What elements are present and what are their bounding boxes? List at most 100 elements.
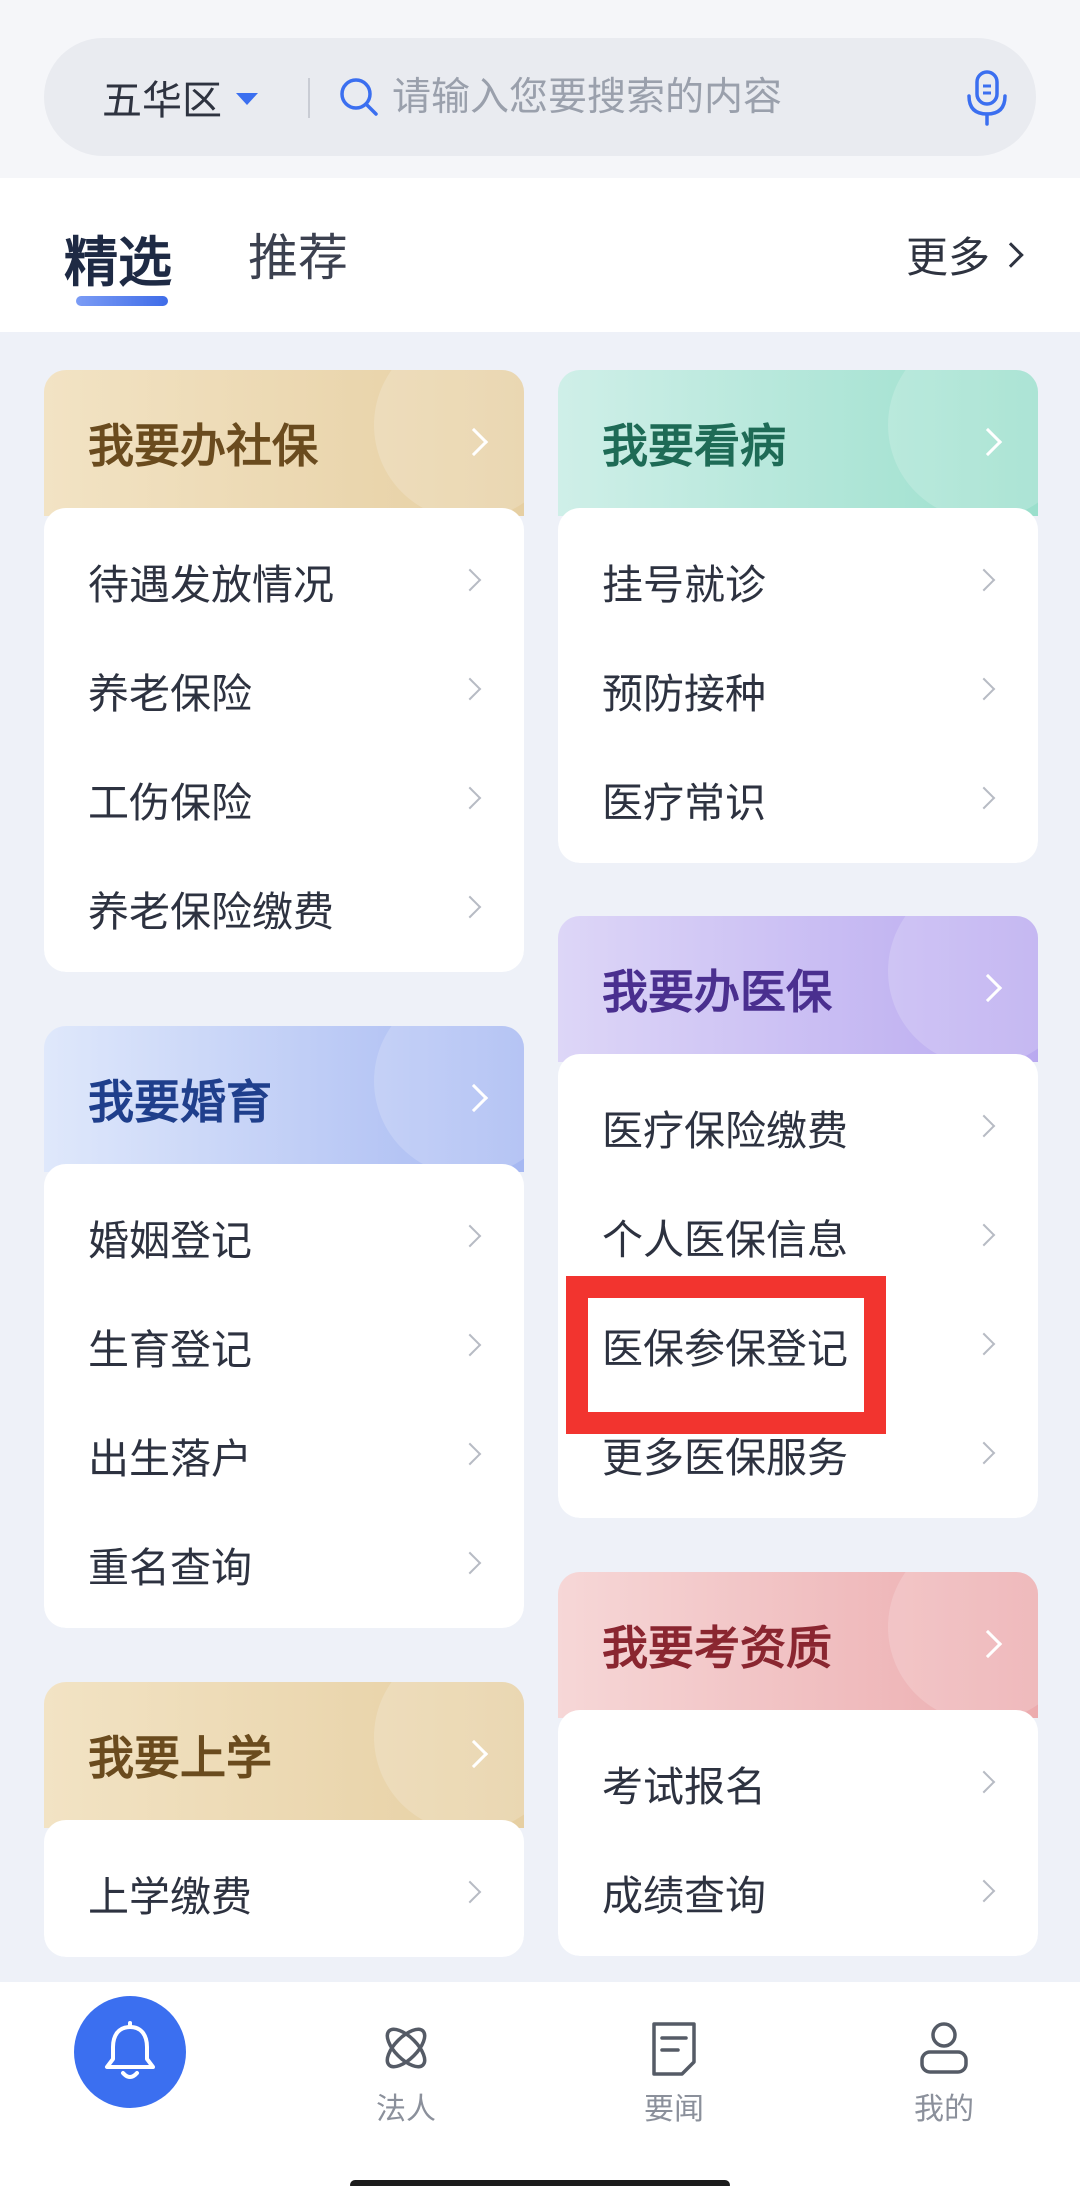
- item-label: 重名查询: [88, 1543, 252, 1592]
- card-body: 婚姻登记 生育登记 出生落户 重名查询: [44, 1164, 524, 1628]
- chevron-right-icon: [972, 1223, 996, 1247]
- document-icon: [652, 2022, 696, 2076]
- item-label: 预防接种: [602, 669, 766, 718]
- microphone-icon[interactable]: [964, 68, 1010, 128]
- card-header[interactable]: 我要上学: [44, 1682, 524, 1832]
- list-item[interactable]: 工伤保险: [44, 744, 524, 853]
- list-item[interactable]: 预防接种: [558, 635, 1038, 744]
- chevron-right-icon: [972, 1441, 996, 1465]
- search-icon: [340, 78, 378, 116]
- card-title: 我要上学: [88, 1731, 272, 1785]
- item-label: 养老保险缴费: [88, 887, 334, 936]
- highlight-box: [566, 1276, 886, 1434]
- item-label: 医疗保险缴费: [602, 1106, 848, 1155]
- chevron-right-icon: [972, 1770, 996, 1794]
- list-item[interactable]: 医疗常识: [558, 744, 1038, 853]
- top-bar: 五华区: [0, 0, 1080, 178]
- chevron-right-icon: [458, 786, 482, 810]
- chevron-right-icon: [972, 786, 996, 810]
- chevron-right-icon: [458, 895, 482, 919]
- more-link[interactable]: 更多: [905, 224, 1024, 285]
- decoration: [888, 370, 1038, 520]
- card-see-doctor: 我要看病 挂号就诊 预防接种 医疗常识: [558, 370, 1038, 863]
- bell-icon: [105, 2021, 155, 2079]
- item-label: 待遇发放情况: [88, 560, 334, 609]
- card-body: 上学缴费: [44, 1820, 524, 1957]
- card-school: 我要上学 上学缴费: [44, 1682, 524, 1957]
- card-title: 我要办社保: [88, 419, 318, 473]
- card-title: 我要看病: [602, 419, 786, 473]
- chevron-right-icon: [972, 1114, 996, 1138]
- nav-bell-button[interactable]: [74, 1996, 186, 2108]
- chevron-right-icon: [458, 677, 482, 701]
- card-title: 我要婚育: [88, 1075, 272, 1129]
- district-selector[interactable]: 五华区: [102, 38, 258, 156]
- card-body: 挂号就诊 预防接种 医疗常识: [558, 508, 1038, 863]
- card-header[interactable]: 我要办社保: [44, 370, 524, 520]
- district-label: 五华区: [102, 78, 222, 124]
- card-marriage-birth: 我要婚育 婚姻登记 生育登记 出生落户 重名查询: [44, 1026, 524, 1628]
- chevron-right-icon: [458, 1551, 482, 1575]
- list-item[interactable]: 重名查询: [44, 1509, 524, 1618]
- list-item[interactable]: 挂号就诊: [558, 526, 1038, 635]
- search-input[interactable]: [392, 66, 912, 128]
- chevron-right-icon: [458, 1880, 482, 1904]
- card-header[interactable]: 我要婚育: [44, 1026, 524, 1176]
- active-tab-indicator: [76, 296, 168, 306]
- item-label: 挂号就诊: [602, 560, 766, 609]
- card-header[interactable]: 我要看病: [558, 370, 1038, 520]
- more-label: 更多: [905, 233, 990, 282]
- card-header[interactable]: 我要办医保: [558, 916, 1038, 1066]
- list-item[interactable]: 上学缴费: [44, 1838, 524, 1947]
- chevron-right-icon: [998, 241, 1024, 268]
- decoration: [374, 1682, 524, 1832]
- atom-icon: [385, 2027, 427, 2069]
- decoration: [374, 1026, 524, 1176]
- card-body: 待遇发放情况 养老保险 工伤保险 养老保险缴费: [44, 508, 524, 972]
- nav-label: 要闻: [644, 2092, 704, 2127]
- caret-down-icon: [236, 93, 258, 105]
- list-item[interactable]: 医疗保险缴费: [558, 1072, 1038, 1181]
- item-label: 考试报名: [602, 1762, 766, 1811]
- list-item[interactable]: 养老保险缴费: [44, 853, 524, 962]
- list-item[interactable]: 生育登记: [44, 1291, 524, 1400]
- item-label: 工伤保险: [88, 778, 252, 827]
- item-label: 出生落户: [88, 1434, 252, 1483]
- nav-item-mine[interactable]: 我的: [864, 2000, 1024, 2128]
- tab-featured[interactable]: 精选: [64, 218, 172, 297]
- decoration: [888, 1572, 1038, 1722]
- chevron-right-icon: [972, 1332, 996, 1356]
- chevron-right-icon: [972, 1879, 996, 1903]
- list-item[interactable]: 婚姻登记: [44, 1182, 524, 1291]
- item-label: 个人医保信息: [602, 1215, 848, 1264]
- list-item[interactable]: 待遇发放情况: [44, 526, 524, 635]
- service-grid: 我要办社保 待遇发放情况 养老保险 工伤保险 养老保险缴费 我要看病 挂号就诊 …: [0, 332, 1080, 1982]
- search-bar[interactable]: 五华区: [44, 38, 1036, 156]
- decoration: [374, 370, 524, 520]
- chevron-right-icon: [972, 677, 996, 701]
- item-label: 养老保险: [88, 669, 252, 718]
- card-title: 我要办医保: [602, 965, 832, 1019]
- card-header[interactable]: 我要考资质: [558, 1572, 1038, 1722]
- card-social-security: 我要办社保 待遇发放情况 养老保险 工伤保险 养老保险缴费: [44, 370, 524, 972]
- card-qualification-exam: 我要考资质 考试报名 成绩查询: [558, 1572, 1038, 1956]
- list-item[interactable]: 个人医保信息: [558, 1181, 1038, 1290]
- list-item[interactable]: 养老保险: [44, 635, 524, 744]
- decoration: [888, 916, 1038, 1066]
- chevron-right-icon: [458, 568, 482, 592]
- card-title: 我要考资质: [602, 1621, 832, 1675]
- nav-item-legal-person[interactable]: 法人: [326, 2000, 486, 2128]
- nav-label: 法人: [376, 2092, 436, 2127]
- chevron-right-icon: [458, 1224, 482, 1248]
- item-label: 上学缴费: [88, 1872, 252, 1921]
- item-label: 医疗常识: [602, 778, 766, 827]
- bottom-nav: 法人 要闻 我的: [0, 1982, 1080, 2186]
- tab-recommended[interactable]: 推荐: [248, 218, 348, 290]
- list-item[interactable]: 成绩查询: [558, 1837, 1038, 1946]
- list-item[interactable]: 出生落户: [44, 1400, 524, 1509]
- nav-label: 我的: [914, 2092, 974, 2127]
- chevron-right-icon: [458, 1442, 482, 1466]
- chevron-right-icon: [972, 568, 996, 592]
- list-item[interactable]: 考试报名: [558, 1728, 1038, 1837]
- nav-item-news[interactable]: 要闻: [594, 2000, 754, 2128]
